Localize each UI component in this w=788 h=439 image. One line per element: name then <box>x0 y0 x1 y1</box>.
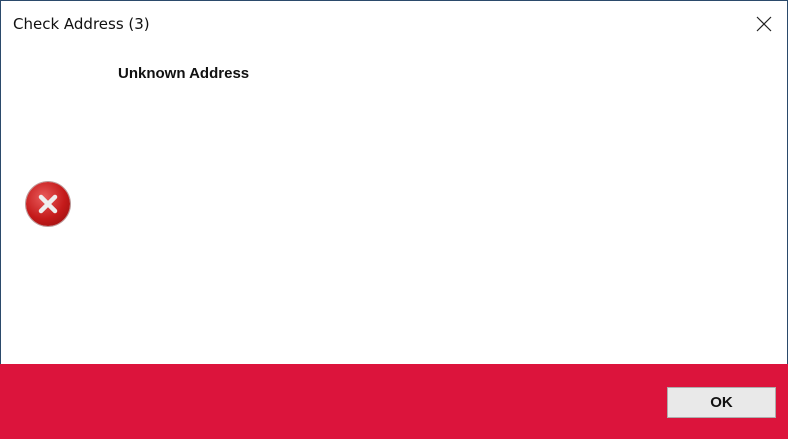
error-icon <box>26 182 70 226</box>
close-icon <box>756 16 772 32</box>
message-text: Unknown Address <box>118 65 250 82</box>
ok-button[interactable]: OK <box>667 387 776 418</box>
window-title: Check Address (3) <box>13 15 150 33</box>
close-button[interactable] <box>741 1 787 47</box>
